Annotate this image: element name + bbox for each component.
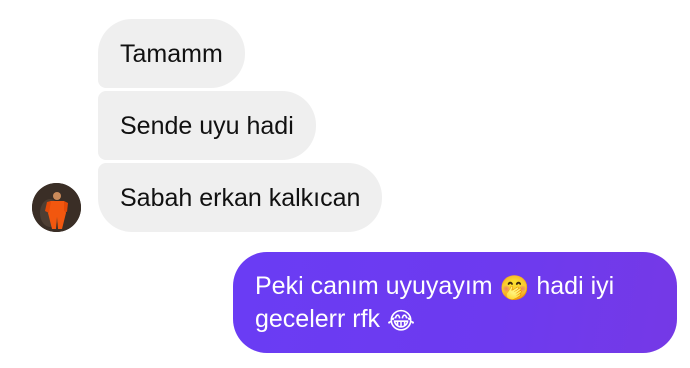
hand-over-mouth-emoji-icon: 🤭 bbox=[499, 274, 530, 302]
message-text: Sende uyu hadi bbox=[120, 111, 294, 140]
message-text: Tamamm bbox=[120, 39, 223, 68]
incoming-message[interactable]: Tamamm bbox=[98, 19, 245, 88]
incoming-message[interactable]: Sende uyu hadi bbox=[98, 91, 316, 160]
incoming-message[interactable]: Sabah erkan kalkıcan bbox=[98, 163, 383, 232]
chat-thread: Tamamm Sende uyu hadi Sabah erkan kalkıc… bbox=[0, 0, 690, 368]
message-text: Sabah erkan kalkıcan bbox=[120, 183, 361, 212]
outgoing-message[interactable]: Peki canım uyuyayım 🤭 hadi iyi gecelerr … bbox=[233, 252, 677, 353]
tears-of-joy-emoji-icon: 😂 bbox=[386, 307, 416, 335]
message-text-part: Peki canım uyuyayım bbox=[255, 272, 500, 300]
avatar-figure-icon bbox=[32, 183, 81, 232]
contact-avatar[interactable] bbox=[32, 183, 81, 232]
